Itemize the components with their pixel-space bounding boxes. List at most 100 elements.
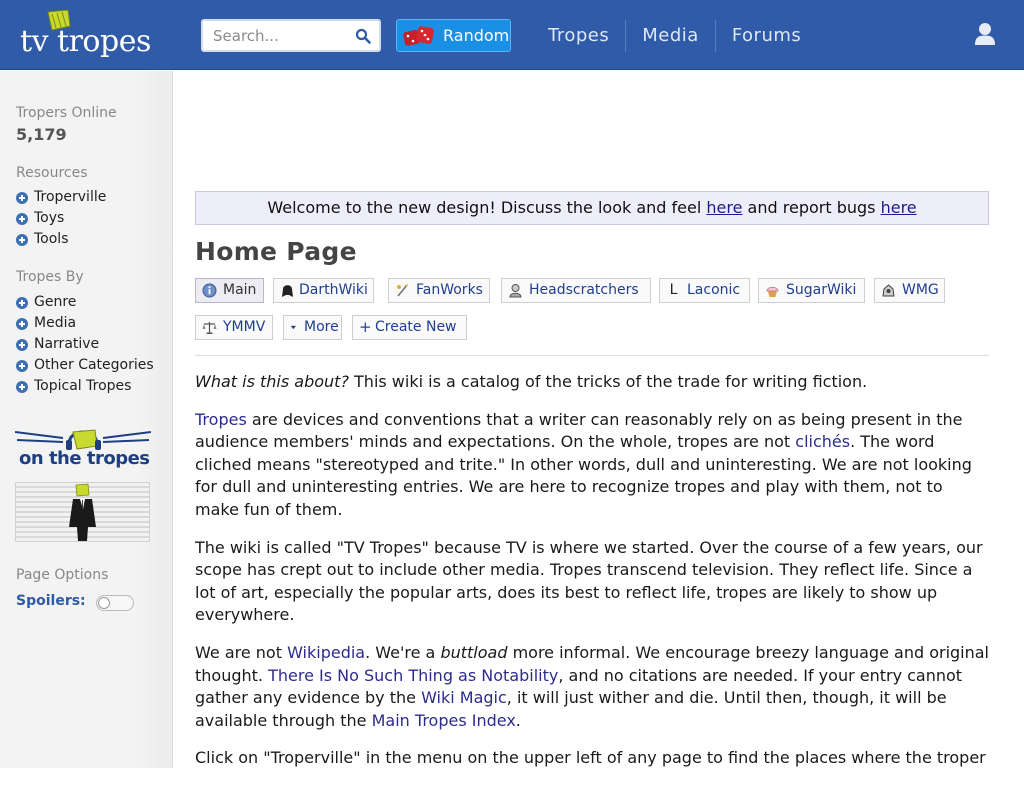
sidebar-item-media[interactable]: Media <box>16 313 154 334</box>
page-options-label: Page Options <box>16 567 109 583</box>
search-icon[interactable] <box>355 28 371 44</box>
site-logo[interactable]: tv tropes <box>20 10 165 60</box>
nav-forums[interactable]: Forums <box>714 20 817 52</box>
cupcake-icon <box>766 286 779 297</box>
podcast-logo-text: on the tropes <box>19 448 150 469</box>
sidebar-item-tools[interactable]: Tools <box>16 229 106 250</box>
tab-wmg[interactable]: WMG <box>874 278 945 303</box>
tab-label: Laconic <box>687 282 741 298</box>
expand-icon <box>16 380 28 393</box>
random-label: Random <box>443 26 510 45</box>
tab-label: FanWorks <box>416 282 483 298</box>
report-bugs-link[interactable]: here <box>881 198 917 217</box>
on-the-tropes-logo[interactable]: on the tropes <box>15 422 151 472</box>
expand-icon <box>16 317 28 330</box>
expand-icon <box>16 191 28 204</box>
resources-label: Resources <box>16 165 88 181</box>
scales-icon <box>202 322 217 334</box>
wikipedia-link[interactable]: Wikipedia <box>287 643 365 662</box>
emphasis-text: What is this about? <box>195 372 349 391</box>
tab-headscratchers[interactable]: Headscratchers <box>501 278 651 303</box>
tab-label: YMMV <box>223 319 266 335</box>
spoilers-label: Spoilers: <box>16 593 86 609</box>
sidebar-item-label: Tools <box>34 231 69 247</box>
sidebar-item-narrative[interactable]: Narrative <box>16 334 154 355</box>
sidebar-item-label: Topical Tropes <box>34 378 132 394</box>
emphasis-text: buttload <box>440 642 508 662</box>
tab-label: Main <box>223 282 257 298</box>
info-icon <box>202 283 217 298</box>
top-nav: Tropes Media Forums <box>532 20 817 52</box>
tropes-link[interactable]: Tropes <box>195 410 247 429</box>
main-tropes-index-link[interactable]: Main Tropes Index <box>372 711 516 730</box>
main-content: Welcome to the new design! Discuss the l… <box>195 71 989 768</box>
expand-icon <box>16 212 28 225</box>
spoilers-toggle[interactable] <box>96 595 134 611</box>
paragraph-text: . <box>515 710 521 730</box>
tab-more[interactable]: More <box>283 315 342 340</box>
nav-tropes[interactable]: Tropes <box>532 20 625 52</box>
caret-down-icon <box>290 325 296 330</box>
sidebar-item-genre[interactable]: Genre <box>16 292 154 313</box>
top-header: tv tropes Random Tropes Media Forums <box>0 0 1024 70</box>
darth-helmet-icon <box>282 285 293 297</box>
tropes-by-list: Genre Media Narrative Other Categories T… <box>16 292 154 397</box>
sidebar-item-label: Media <box>34 315 77 331</box>
suit-figure-icon <box>69 483 96 541</box>
tab-label: DarthWiki <box>299 282 368 298</box>
paragraph-text: We are not <box>195 642 288 662</box>
sidebar-item-troperville[interactable]: Troperville <box>16 187 106 208</box>
tab-darthwiki[interactable]: DarthWiki <box>273 278 374 303</box>
laconic-icon: L <box>669 282 678 298</box>
tab-fanworks[interactable]: FanWorks <box>388 278 490 303</box>
resources-list: Troperville Toys Tools <box>16 187 106 250</box>
tab-laconic[interactable]: L Laconic <box>659 278 750 303</box>
article-paragraph: The wiki is called "TV Tropes" because T… <box>195 537 983 625</box>
sidebar-item-topical-tropes[interactable]: Topical Tropes <box>16 376 154 397</box>
tropers-online-label: Tropers Online <box>16 105 117 121</box>
sidebar-item-label: Genre <box>34 294 77 310</box>
article-paragraph: What is this about? This wiki is a catal… <box>195 371 989 394</box>
wiki-magic-link[interactable]: Wiki Magic <box>421 688 507 707</box>
tropers-online-count: 5,179 <box>16 125 67 144</box>
search-input[interactable] <box>203 21 349 50</box>
wmg-icon <box>882 284 895 297</box>
divider <box>195 355 989 356</box>
tab-ymmv[interactable]: YMMV <box>195 315 273 340</box>
sidebar-item-label: Troperville <box>34 189 107 205</box>
nav-media[interactable]: Media <box>625 20 715 52</box>
article-paragraph: We are not Wikipedia. We're a buttload m… <box>195 642 989 732</box>
cliches-link[interactable]: clichés <box>795 432 850 451</box>
expand-icon <box>16 338 28 351</box>
article-paragraph: Tropes are devices and conventions that … <box>195 409 989 522</box>
discuss-link[interactable]: here <box>706 198 742 217</box>
expand-icon <box>16 296 28 309</box>
sidebar-item-label: Narrative <box>34 336 100 352</box>
left-sidebar: Tropers Online 5,179 Resources Tropervil… <box>0 71 173 768</box>
paragraph-text: . We're a <box>365 642 441 662</box>
sidebar-item-other-categories[interactable]: Other Categories <box>16 355 154 376</box>
sidebar-item-label: Toys <box>34 210 65 226</box>
expand-icon <box>16 359 28 372</box>
tab-label: Headscratchers <box>529 282 639 298</box>
headscratcher-icon <box>509 284 522 298</box>
toggle-knob <box>98 597 110 609</box>
page-title: Home Page <box>195 237 357 266</box>
tab-sugarwiki[interactable]: SugarWiki <box>758 278 865 303</box>
notice-text: Welcome to the new design! Discuss the l… <box>267 198 707 217</box>
sidebar-item-toys[interactable]: Toys <box>16 208 106 229</box>
user-icon[interactable] <box>974 22 996 46</box>
tab-main[interactable]: Main <box>195 278 264 303</box>
notice-text: and report bugs <box>742 198 881 217</box>
tab-label: Create New <box>375 319 457 335</box>
expand-icon <box>16 233 28 246</box>
logo-text: tv tropes <box>20 24 151 59</box>
search-box <box>201 19 381 52</box>
tab-create-new[interactable]: + Create New <box>352 315 467 340</box>
random-button[interactable]: Random <box>396 19 511 52</box>
paragraph-text: This wiki is a catalog of the tricks of … <box>348 372 868 391</box>
tab-label: More <box>304 319 339 335</box>
promo-image[interactable] <box>15 482 150 542</box>
tab-label: WMG <box>902 282 939 298</box>
notability-link[interactable]: There Is No Such Thing as Notability <box>268 666 558 685</box>
